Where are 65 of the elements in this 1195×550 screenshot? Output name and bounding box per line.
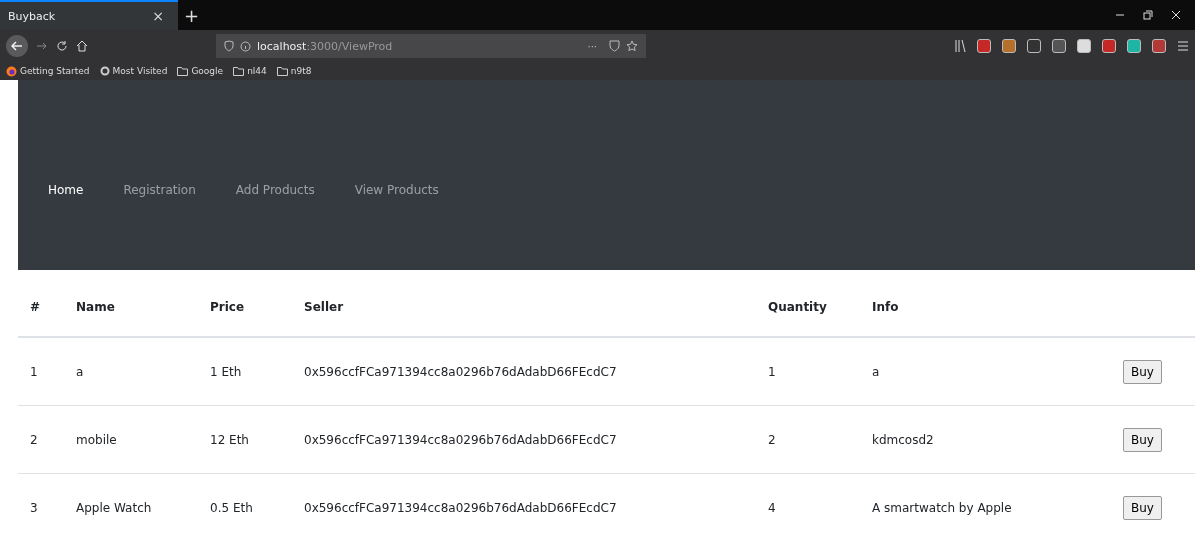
table-cell: a (860, 337, 1111, 406)
table-cell: Apple Watch (64, 473, 198, 541)
nav-link[interactable]: Registration (123, 183, 196, 197)
tab-title: Buyback (8, 9, 56, 23)
table-cell: 1 (756, 337, 860, 406)
table-cell: mobile (64, 405, 198, 474)
browser-tab[interactable]: Buyback × (0, 0, 178, 30)
bookmark-link[interactable]: Getting Started (6, 65, 90, 77)
table-cell: 0x596ccfFCa971394cc8a0296b76dAdabD66FEcdC7 (292, 405, 756, 474)
new-tab-button[interactable]: + (178, 0, 206, 30)
back-icon[interactable] (6, 35, 28, 57)
table-cell: 0x596ccfFCa971394cc8a0296b76dAdabD66FEcdC7 (292, 337, 756, 406)
extension-icon[interactable] (1077, 39, 1091, 53)
buy-button[interactable]: Buy (1123, 495, 1162, 520)
column-header: Price (198, 270, 292, 337)
bookmark-link[interactable]: Google (177, 66, 224, 76)
buy-button[interactable]: Buy (1123, 359, 1162, 384)
info-icon (240, 40, 251, 52)
table-cell: 2 (18, 405, 64, 474)
restore-icon[interactable] (1143, 10, 1153, 20)
url-field[interactable]: localhost:3000/ViewProd ··· (216, 34, 646, 58)
column-header: Quantity (756, 270, 860, 337)
reload-icon[interactable] (56, 40, 68, 52)
table-cell: 0.5 Eth (198, 473, 292, 541)
forward-icon[interactable] (36, 40, 48, 52)
extension-icon[interactable] (1102, 39, 1116, 53)
column-header: Name (64, 270, 198, 337)
extension-icon[interactable] (1052, 39, 1066, 53)
table-cell: A smartwatch by Apple (860, 473, 1111, 541)
home-icon[interactable] (76, 40, 88, 52)
star-icon[interactable] (626, 40, 638, 52)
folder-icon (233, 66, 245, 76)
table-cell: 4 (756, 473, 860, 541)
table-cell: 0x596ccfFCa971394cc8a0296b76dAdabD66FEcdC7 (292, 473, 756, 541)
bookmark-link[interactable]: nl44 (233, 66, 267, 76)
table-cell: 12 Eth (198, 405, 292, 474)
nav-link[interactable]: Add Products (235, 183, 315, 197)
page-actions-button[interactable]: ··· (581, 40, 603, 52)
extension-icon[interactable] (1152, 39, 1166, 53)
extension-icon[interactable] (977, 39, 991, 53)
table-cell: 3 (18, 473, 64, 541)
nav-link[interactable]: Home (48, 183, 84, 197)
close-icon[interactable] (1171, 10, 1181, 20)
table-cell: a (64, 337, 198, 406)
shield-icon (224, 40, 234, 52)
menu-icon[interactable] (1177, 40, 1189, 52)
column-header: # (18, 270, 64, 337)
table-cell: 1 Eth (198, 337, 292, 406)
browser-logo-icon (6, 65, 17, 77)
table-cell: kdmcosd2 (860, 405, 1111, 474)
nav-link[interactable]: View Products (354, 183, 439, 197)
library-icon[interactable] (954, 39, 966, 53)
gear-icon (99, 66, 110, 76)
extension-icon[interactable] (1027, 39, 1041, 53)
buy-button[interactable]: Buy (1123, 427, 1162, 452)
folder-icon (276, 66, 288, 76)
table-cell: 1 (18, 337, 64, 406)
table-cell: 2 (756, 405, 860, 474)
pocket-icon[interactable] (609, 40, 620, 52)
tab-close-button[interactable]: × (146, 8, 170, 24)
bookmark-link[interactable]: Most Visited (99, 66, 168, 76)
folder-icon (177, 66, 189, 76)
column-header: Info (860, 270, 1111, 337)
bookmark-link[interactable]: n9t8 (276, 66, 312, 76)
column-header: Seller (292, 270, 756, 337)
